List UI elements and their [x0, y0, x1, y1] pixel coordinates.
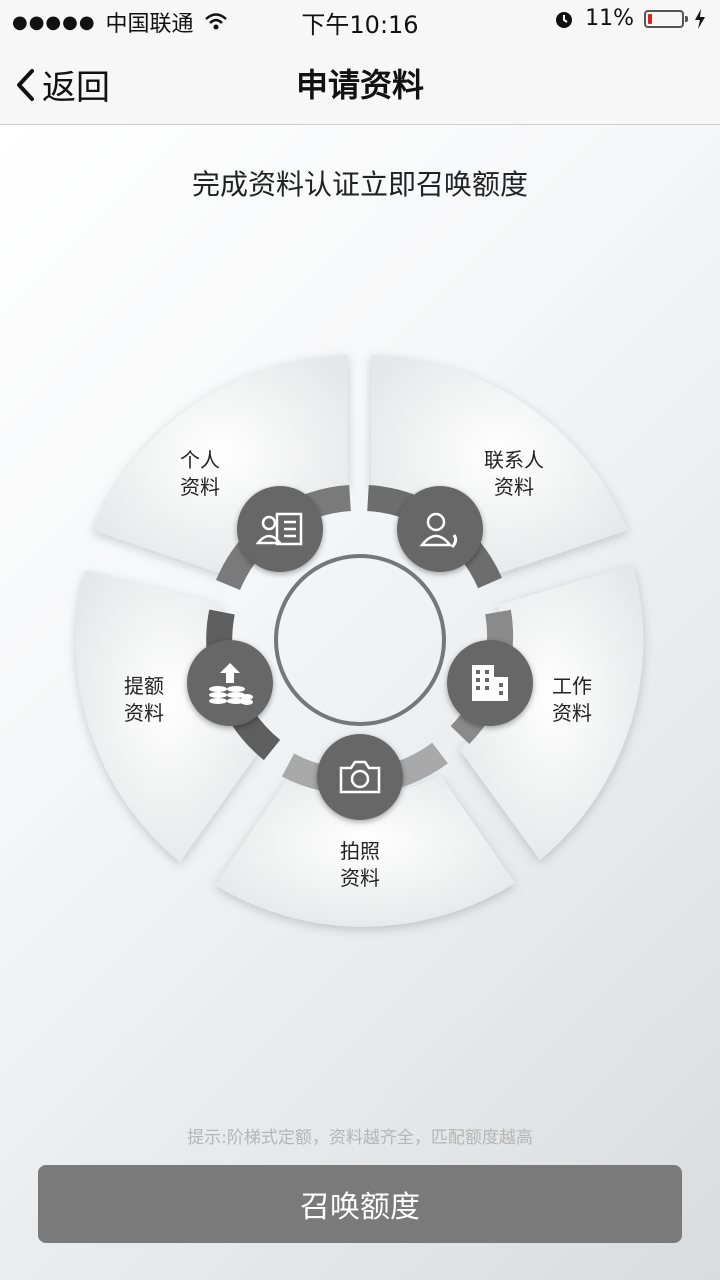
coins-up-icon	[209, 663, 253, 705]
limit-info-label-line1: 提额	[124, 674, 164, 698]
contacts-info-label-line2: 资料	[494, 475, 534, 499]
status-bar: ●●●●● 中国联通 下午10:16 11%	[0, 0, 720, 40]
contact-phone-icon	[419, 512, 458, 549]
battery-icon	[644, 9, 688, 28]
personal-info-button[interactable]	[237, 486, 323, 572]
limit-info-label-line2: 资料	[124, 701, 164, 725]
photo-info-button[interactable]	[317, 734, 403, 820]
personal-info-label-line2: 资料	[180, 475, 220, 499]
id-card-icon	[255, 512, 303, 546]
limit-info-label: 提额 资料	[104, 673, 184, 727]
nav-bar: 返回 申请资料	[0, 40, 720, 125]
photo-info-label-line1: 拍照	[340, 839, 380, 863]
personal-info-label-line1: 个人	[180, 448, 220, 472]
contacts-info-button[interactable]	[397, 486, 483, 572]
camera-icon	[339, 760, 381, 794]
main-content: 完成资料认证立即召唤额度 个人 资料 联系人 资料 工作 资料 拍照 资料 提额…	[0, 125, 720, 1280]
battery-percent: 11%	[585, 6, 634, 31]
work-info-label-line1: 工作	[552, 674, 592, 698]
limit-info-button[interactable]	[187, 640, 273, 726]
work-info-label-line2: 资料	[552, 701, 592, 725]
contacts-info-label: 联系人 资料	[474, 447, 554, 501]
work-info-label: 工作 资料	[532, 673, 612, 727]
alarm-icon	[556, 11, 573, 28]
photo-info-label-line2: 资料	[340, 866, 380, 890]
personal-info-label: 个人 资料	[160, 447, 240, 501]
inner-circle	[274, 554, 446, 726]
building-icon	[472, 665, 508, 701]
hint-text: 提示:阶梯式定额，资料越齐全，匹配额度越高	[187, 1128, 533, 1148]
work-info-button[interactable]	[447, 640, 533, 726]
status-right: 11%	[553, 6, 706, 31]
contacts-info-label-line1: 联系人	[484, 448, 544, 472]
summon-limit-button[interactable]: 召唤额度	[38, 1165, 682, 1243]
page-title: 申请资料	[295, 66, 424, 104]
charging-icon	[695, 8, 705, 29]
photo-info-label: 拍照 资料	[320, 838, 400, 892]
